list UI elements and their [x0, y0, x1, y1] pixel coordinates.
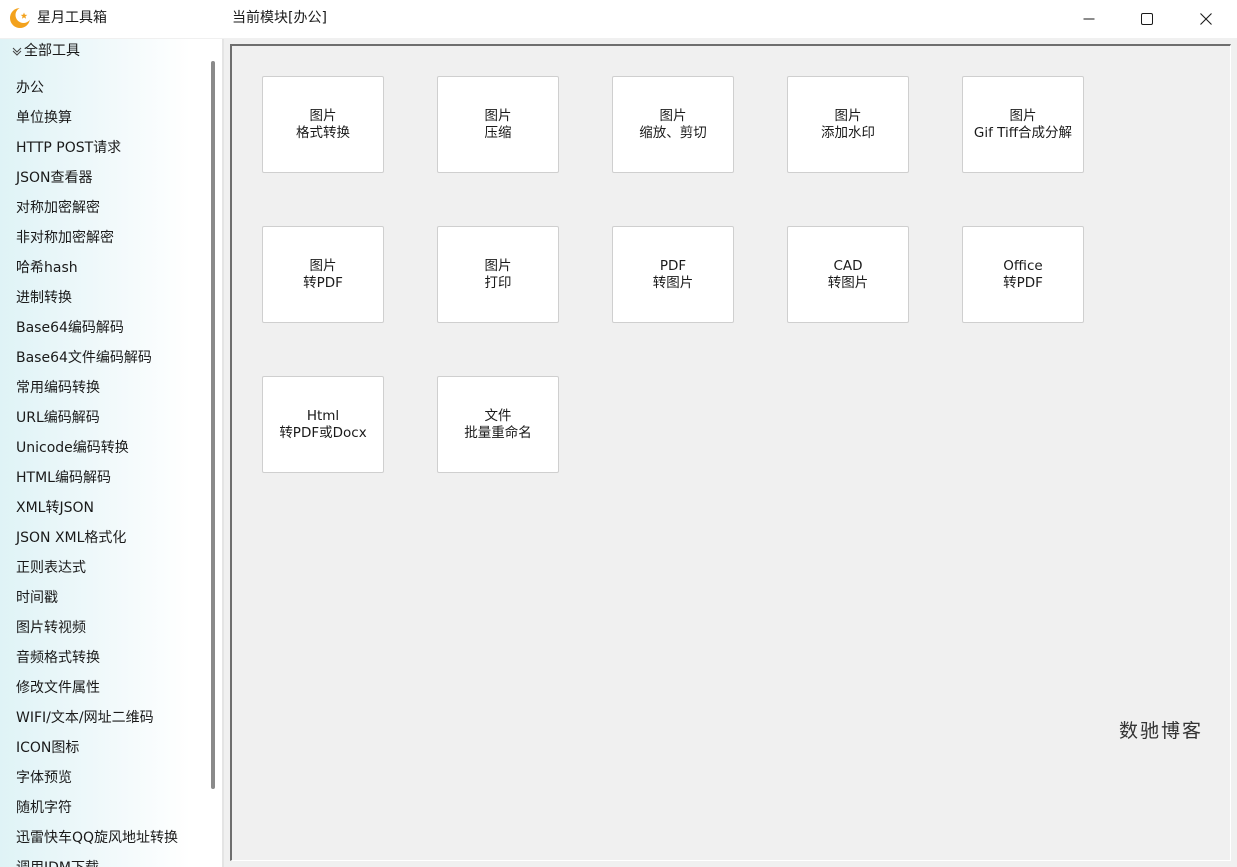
sidebar-item[interactable]: Base64文件编码解码: [16, 348, 152, 368]
tool-tile-action: 压缩: [484, 124, 512, 141]
tool-tile-category: 图片: [1009, 107, 1037, 124]
tool-tile-action: 转PDF: [303, 274, 343, 291]
sidebar-item[interactable]: 办公: [16, 78, 44, 98]
sidebar-item[interactable]: 图片转视频: [16, 618, 86, 638]
tool-grid-panel: 图片 格式转换 图片 压缩 图片 缩放、剪切 图片 添加水印 图片 Gif Tiff合成分解 图片转…: [230, 44, 1231, 861]
sidebar-item[interactable]: 迅雷快车QQ旋风地址转换: [16, 828, 178, 848]
sidebar-item[interactable]: JSON查看器: [16, 168, 93, 188]
tool-tile-category: 图片: [484, 107, 512, 124]
app-window: 星月工具箱 当前模块[办公] 全部工具 办公 单位换算 HTTP POST请求 …: [0, 0, 1237, 867]
sidebar-item[interactable]: 时间戳: [16, 588, 58, 608]
sidebar-item[interactable]: URL编码解码: [16, 408, 100, 428]
tool-tile-category: 图片: [484, 257, 512, 274]
chevron-down-icon: [12, 47, 22, 56]
title-bar: 星月工具箱 当前模块[办公]: [0, 0, 1237, 38]
crescent-moon-star-icon: [10, 7, 31, 28]
tool-tile-button[interactable]: CAD 转图片: [787, 226, 909, 323]
tool-tile-button[interactable]: 图片 添加水印: [787, 76, 909, 173]
sidebar-item[interactable]: 非对称加密解密: [16, 228, 114, 248]
tool-tile-category: CAD: [833, 257, 863, 274]
tree-root-label: 全部工具: [24, 43, 80, 59]
tool-tile-button[interactable]: 图片 压缩: [437, 76, 559, 173]
sidebar-item[interactable]: 单位换算: [16, 108, 72, 128]
tool-tile-category: 图片: [309, 257, 337, 274]
watermark-text: 数驰博客: [1119, 720, 1204, 742]
sidebar-divider: [222, 39, 224, 867]
tool-tile-action: 转PDF或Docx: [279, 424, 367, 441]
tool-tile-action: 缩放、剪切: [639, 124, 707, 141]
sidebar-item[interactable]: Base64编码解码: [16, 318, 124, 338]
sidebar-item[interactable]: Unicode编码转换: [16, 438, 129, 458]
sidebar-item[interactable]: 进制转换: [16, 288, 72, 308]
maximize-button[interactable]: [1118, 0, 1176, 38]
tool-tile-action: 批量重命名: [464, 424, 532, 441]
tool-tile-button[interactable]: 图片 转PDF: [262, 226, 384, 323]
app-title: 星月工具箱: [37, 10, 107, 26]
tool-tile-action: 格式转换: [296, 124, 350, 141]
tool-tile-button[interactable]: 文件 批量重命名: [437, 376, 559, 473]
sidebar-item[interactable]: 音频格式转换: [16, 648, 100, 668]
sidebar-scrollbar[interactable]: [211, 61, 215, 789]
tool-tile-category: PDF: [659, 257, 687, 274]
sidebar-item[interactable]: ICON图标: [16, 738, 79, 758]
tool-tile-category: Html: [306, 407, 340, 424]
close-button[interactable]: [1177, 0, 1235, 38]
sidebar-item[interactable]: HTTP POST请求: [16, 138, 121, 158]
tool-tile-action: Gif Tiff合成分解: [973, 124, 1073, 141]
sidebar-tool-tree: 全部工具 办公单位换算 HTTP POST请求 JSON查看器 对称加密解密 非对称加密…: [0, 39, 224, 867]
sidebar-item[interactable]: HTML编码解码: [16, 468, 111, 488]
tool-tile-category: Office: [1003, 257, 1043, 274]
tool-tile-button[interactable]: 图片 格式转换: [262, 76, 384, 173]
minimize-button[interactable]: [1060, 0, 1118, 38]
maximize-icon: [1141, 13, 1153, 25]
sidebar-item[interactable]: 调用IDM下载: [16, 858, 99, 867]
tool-tile-action: 转PDF: [1003, 274, 1043, 291]
tool-tile-action: 添加水印: [821, 124, 875, 141]
sidebar-item[interactable]: WIFI/文本/网址二维码: [16, 708, 154, 728]
tool-tile-button[interactable]: PDF 转图片: [612, 226, 734, 323]
sidebar-item[interactable]: 正则表达式: [16, 558, 86, 578]
sidebar-item[interactable]: XML转JSON: [16, 498, 94, 518]
tool-tile-action: 转图片: [652, 274, 694, 291]
sidebar-item[interactable]: 修改文件属性: [16, 678, 100, 698]
sidebar-item[interactable]: 对称加密解密: [16, 198, 100, 218]
tree-root-all-tools[interactable]: 全部工具: [11, 42, 80, 60]
sidebar-item[interactable]: 字体预览: [16, 768, 72, 788]
tool-tile-action: 打印: [484, 274, 512, 291]
tool-tile-button[interactable]: 图片 Gif Tiff合成分解: [962, 76, 1084, 173]
sidebar-item[interactable]: 常用编码转换: [16, 378, 100, 398]
sidebar-item[interactable]: JSON XML格式化: [16, 528, 126, 548]
tool-tile-button[interactable]: 图片 缩放、剪切: [612, 76, 734, 173]
tool-tile-button[interactable]: 图片 打印: [437, 226, 559, 323]
minimize-icon: [1083, 18, 1095, 20]
tool-tile-category: 图片: [309, 107, 337, 124]
tool-tile-action: 转图片: [827, 274, 869, 291]
close-icon: [1200, 13, 1212, 25]
current-module-title: 当前模块[办公]: [232, 10, 327, 26]
tool-tile-button[interactable]: Html 转PDF或Docx: [262, 376, 384, 473]
tool-tile-category: 图片: [659, 107, 687, 124]
tool-tile-category: 文件: [484, 407, 512, 424]
sidebar-item[interactable]: 随机字符: [16, 798, 72, 818]
sidebar-item[interactable]: 哈希hash: [16, 258, 78, 278]
tool-tile-button[interactable]: Office 转PDF: [962, 226, 1084, 323]
tool-tile-category: 图片: [834, 107, 862, 124]
